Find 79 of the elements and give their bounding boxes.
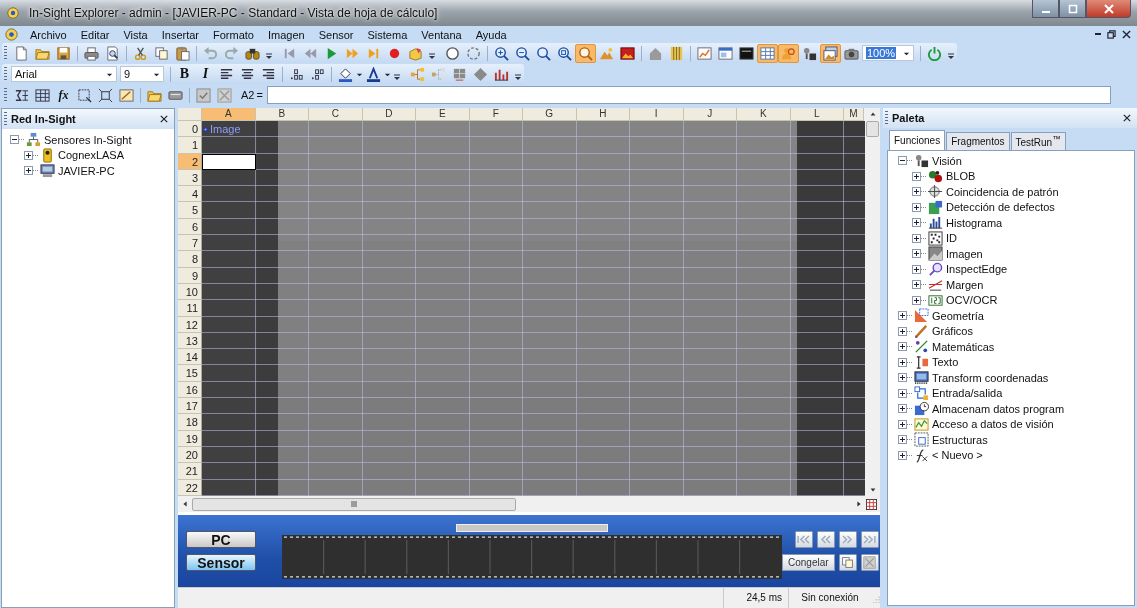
- row-header[interactable]: 1: [178, 137, 202, 154]
- column-header[interactable]: A: [202, 108, 256, 121]
- tree-item[interactable]: Sensores In-Sight: [44, 133, 132, 146]
- tree-item[interactable]: Coincidencia de patrón: [946, 185, 1059, 198]
- menu-item[interactable]: Ayuda: [468, 28, 514, 41]
- source-button[interactable]: PC: [186, 531, 256, 548]
- tree-item[interactable]: Transform coordenadas: [932, 371, 1049, 384]
- equals-button[interactable]: =: [256, 89, 263, 101]
- row-header[interactable]: 4: [178, 186, 202, 203]
- tree-item[interactable]: Matemáticas: [932, 340, 995, 353]
- tree-item[interactable]: Imagen: [946, 247, 983, 260]
- tree-item[interactable]: Visión: [932, 154, 962, 167]
- tab[interactable]: Fragmentos: [946, 132, 1010, 150]
- tree-item[interactable]: Histograma: [946, 216, 1003, 229]
- row-header[interactable]: 5: [178, 202, 202, 219]
- row-header[interactable]: 15: [178, 365, 202, 382]
- tree-item[interactable]: < Nuevo >: [932, 449, 983, 462]
- column-header[interactable]: G: [523, 108, 577, 121]
- tree-item[interactable]: Almacenam datos program: [932, 402, 1065, 415]
- column-header[interactable]: L: [790, 108, 844, 121]
- column-header[interactable]: K: [737, 108, 791, 121]
- font-size-dropdown[interactable]: 9: [120, 66, 164, 82]
- menu-item[interactable]: Sistema: [360, 28, 415, 41]
- menu-item[interactable]: Imagen: [260, 28, 312, 41]
- menu-item[interactable]: Sensor: [311, 28, 361, 41]
- panel-title: Paleta: [892, 112, 925, 124]
- bold-button[interactable]: B: [174, 64, 195, 84]
- font-dropdown[interactable]: Arial: [11, 66, 117, 82]
- freeze-button[interactable]: Congelar: [782, 554, 835, 571]
- tree-item[interactable]: Estructuras: [932, 433, 988, 446]
- tree-item[interactable]: Entrada/salida: [932, 387, 1003, 400]
- column-header[interactable]: D: [362, 108, 416, 121]
- tree-item[interactable]: Gráficos: [932, 325, 973, 338]
- tab[interactable]: TestRun$^{™}$: [1010, 132, 1066, 150]
- table-cell[interactable]: Image: [202, 121, 256, 138]
- tree-item[interactable]: Acceso a datos de visión: [932, 418, 1054, 431]
- row-header[interactable]: 7: [178, 235, 202, 252]
- cell-reference: A2: [241, 89, 255, 101]
- panel-title: Red In-Sight: [11, 113, 76, 125]
- window-title: In-Sight Explorer - admin - [JAVIER-PC - Standard - Vista de hoja de cálculo]: [29, 6, 438, 20]
- column-header[interactable]: B: [255, 108, 309, 121]
- column-header[interactable]: E: [416, 108, 470, 121]
- column-header[interactable]: H: [576, 108, 630, 121]
- tree-item[interactable]: Margen: [946, 278, 984, 291]
- column-header[interactable]: I: [630, 108, 684, 121]
- row-header[interactable]: 14: [178, 349, 202, 366]
- column-header[interactable]: J: [683, 108, 737, 121]
- row-header[interactable]: 0: [178, 121, 202, 138]
- zoom-dropdown[interactable]: 100%: [862, 45, 914, 61]
- status-text: Sin conexión: [788, 588, 871, 608]
- italic-button[interactable]: I: [195, 64, 216, 84]
- menu-item[interactable]: Formato: [206, 28, 261, 41]
- tree-item[interactable]: InspectEdge: [946, 263, 1008, 276]
- column-header[interactable]: M: [844, 108, 864, 121]
- tree-item[interactable]: Geometría: [932, 309, 984, 322]
- row-header[interactable]: 18: [178, 414, 202, 431]
- tree-item[interactable]: Detección de defectos: [946, 201, 1055, 214]
- tree-item[interactable]: BLOB: [946, 170, 976, 183]
- tree-item[interactable]: CognexLASA: [58, 149, 125, 162]
- menu-item[interactable]: Insertar: [154, 28, 206, 41]
- tab[interactable]: Funciones: [889, 130, 946, 150]
- row-header[interactable]: 21: [178, 463, 202, 480]
- tree-item[interactable]: ID: [946, 232, 957, 245]
- tree-item[interactable]: Texto: [932, 356, 959, 369]
- row-header[interactable]: 11: [178, 300, 202, 317]
- row-header[interactable]: 8: [178, 251, 202, 268]
- menu-item[interactable]: Vista: [116, 28, 155, 41]
- menu-item[interactable]: Ventana: [414, 28, 469, 41]
- menu-item[interactable]: Editar: [73, 28, 117, 41]
- tree-item[interactable]: OCV/OCR: [946, 294, 998, 307]
- function-button[interactable]: fx: [53, 85, 74, 105]
- column-header[interactable]: C: [309, 108, 363, 121]
- tree-item[interactable]: JAVIER-PC: [58, 164, 115, 177]
- row-header[interactable]: 17: [178, 398, 202, 415]
- menu-item[interactable]: Archivo: [23, 28, 74, 41]
- status-text: 24,5 ms: [723, 588, 788, 608]
- cell-text: Image: [210, 123, 241, 136]
- source-button[interactable]: Sensor: [186, 554, 256, 571]
- column-header[interactable]: F: [469, 108, 523, 121]
